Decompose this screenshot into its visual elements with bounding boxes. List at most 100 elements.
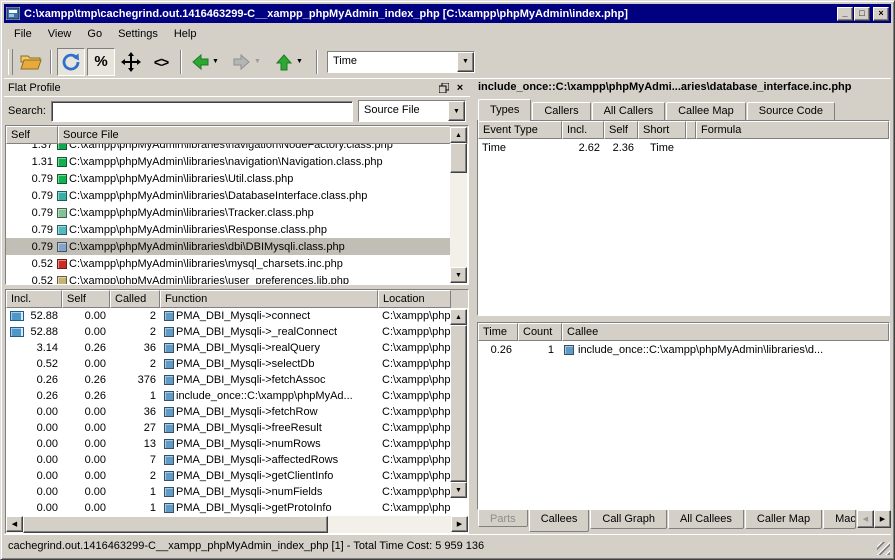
column-header-self[interactable]: Self [604, 121, 638, 139]
tab-types[interactable]: Types [478, 99, 531, 121]
tab-scroll-right-icon[interactable]: ▶ [874, 510, 891, 528]
function-row[interactable]: 0.26 0.26 1 include_once::C:\xampp\phpMy… [6, 388, 451, 404]
file-path: C:\xampp\phpMyAdmin\libraries\Util.class… [69, 173, 293, 185]
menu-view[interactable]: View [40, 25, 80, 43]
title-bar[interactable]: C:\xampp\tmp\cachegrind.out.1416463299-C… [4, 4, 891, 23]
scroll-down-icon[interactable]: ▼ [450, 482, 467, 498]
function-icon [164, 391, 174, 401]
tab-call-graph[interactable]: Call Graph [590, 510, 667, 529]
column-header-short[interactable]: Short [638, 121, 686, 139]
tab-source-code[interactable]: Source Code [747, 102, 835, 120]
self-cost: 0.00 [62, 326, 110, 338]
column-header-function[interactable]: Function [160, 290, 378, 308]
scroll-up-icon[interactable]: ▲ [450, 309, 467, 325]
maximize-button[interactable]: □ [854, 7, 870, 21]
scroll-right-icon[interactable]: ▶ [451, 516, 468, 532]
scrollbar-thumb[interactable] [23, 516, 328, 533]
source-file-row[interactable]: 0.79 C:\xampp\phpMyAdmin\libraries\Track… [6, 204, 451, 221]
scroll-up-icon[interactable]: ▲ [450, 127, 467, 143]
open-file-button[interactable] [17, 48, 45, 76]
dock-title-bar[interactable]: Flat Profile × [4, 79, 470, 97]
menu-file[interactable]: File [6, 25, 40, 43]
relative-cost-button[interactable]: % [87, 48, 115, 76]
tab-callers[interactable]: Callers [532, 102, 590, 120]
source-file-row[interactable]: 0.52 C:\xampp\phpMyAdmin\libraries\user_… [6, 272, 451, 284]
scrollbar-thumb[interactable] [450, 325, 467, 482]
up-button[interactable]: ▼ [271, 48, 311, 76]
column-header-count[interactable]: Count [518, 323, 562, 341]
column-header-source-file[interactable]: Source File [58, 126, 451, 144]
scrollbar-track[interactable] [328, 516, 451, 533]
column-header-incl[interactable]: Incl. [6, 290, 62, 308]
move-button[interactable] [117, 48, 145, 76]
function-row[interactable]: 0.00 0.00 2 PMA_DBI_Mysqli->getClientInf… [6, 468, 451, 484]
up-dropdown-icon[interactable]: ▼ [296, 58, 303, 65]
function-row[interactable]: 0.00 0.00 36 PMA_DBI_Mysqli->fetchRow C:… [6, 404, 451, 420]
column-header-location[interactable]: Location [378, 290, 451, 308]
event-type-combobox[interactable]: Time ▼ [327, 51, 475, 73]
function-row[interactable]: 0.26 0.26 376 PMA_DBI_Mysqli->fetchAssoc… [6, 372, 451, 388]
close-dock-icon[interactable]: × [452, 81, 468, 95]
move-cross-icon [121, 52, 141, 72]
chevron-down-icon[interactable]: ▼ [457, 52, 474, 72]
function-row[interactable]: 3.14 0.26 36 PMA_DBI_Mysqli->realQuery C… [6, 340, 451, 356]
column-header-incl[interactable]: Incl. [562, 121, 604, 139]
vertical-scrollbar[interactable]: ▲ ▼ [450, 127, 467, 283]
self-cost: 0.00 [62, 406, 110, 418]
tab-callee-map[interactable]: Callee Map [666, 102, 746, 120]
column-header-callee[interactable]: Callee [562, 323, 889, 341]
close-button[interactable]: × [873, 7, 889, 21]
flat-profile-dock: Flat Profile × Search: Source File ▼ [4, 79, 470, 534]
toolbar-handle[interactable] [8, 49, 13, 75]
source-file-row[interactable]: 0.79 C:\xampp\phpMyAdmin\libraries\Respo… [6, 221, 451, 238]
tab-callees[interactable]: Callees [529, 510, 590, 532]
cycle-detection-button[interactable] [57, 48, 85, 76]
function-row[interactable]: 0.00 0.00 7 PMA_DBI_Mysqli->affectedRows… [6, 452, 451, 468]
menu-help[interactable]: Help [166, 25, 205, 43]
back-dropdown-icon[interactable]: ▼ [212, 58, 219, 65]
source-file-row[interactable]: 0.79 C:\xampp\phpMyAdmin\libraries\Datab… [6, 187, 451, 204]
column-header-self[interactable]: Self [6, 126, 58, 144]
minimize-button[interactable]: _ [837, 7, 853, 21]
scrollbar-track[interactable] [450, 173, 467, 267]
vertical-scrollbar[interactable]: ▲ ▼ [450, 309, 467, 498]
event-type-row[interactable]: Time 2.62 2.36 Time [478, 139, 889, 156]
tab-caller-map[interactable]: Caller Map [745, 510, 822, 529]
function-row[interactable]: 52.88 0.00 2 PMA_DBI_Mysqli->connect C:\… [6, 308, 451, 324]
forward-button[interactable]: ▼ [229, 48, 269, 76]
source-file-row[interactable]: 1.31 C:\xampp\phpMyAdmin\libraries\navig… [6, 153, 451, 170]
tab-all-callees[interactable]: All Callees [668, 510, 744, 529]
resize-grip[interactable] [877, 542, 890, 555]
function-row[interactable]: 0.52 0.00 2 PMA_DBI_Mysqli->selectDb C:\… [6, 356, 451, 372]
function-row[interactable]: 0.00 0.00 1 PMA_DBI_Mysqli->numFields C:… [6, 484, 451, 500]
function-row[interactable]: 52.88 0.00 2 PMA_DBI_Mysqli->_realConnec… [6, 324, 451, 340]
column-header-self[interactable]: Self [62, 290, 110, 308]
column-header-called[interactable]: Called [110, 290, 160, 308]
search-input[interactable] [51, 101, 353, 122]
source-file-row[interactable]: 1.37 C:\xampp\phpMyAdmin\libraries\navig… [6, 144, 451, 153]
function-row[interactable]: 0.00 0.00 1 PMA_DBI_Mysqli->getProtoInfo… [6, 500, 451, 516]
shorten-templates-button[interactable]: <> [147, 48, 175, 76]
group-by-combobox[interactable]: Source File ▼ [358, 100, 466, 122]
call-count: 2 [110, 358, 160, 370]
menu-settings[interactable]: Settings [110, 25, 166, 43]
column-header-event-type[interactable]: Event Type [478, 121, 562, 139]
source-file-row-selected[interactable]: 0.79 C:\xampp\phpMyAdmin\libraries\dbi\D… [6, 238, 451, 255]
source-file-row[interactable]: 0.52 C:\xampp\phpMyAdmin\libraries\mysql… [6, 255, 451, 272]
horizontal-scrollbar[interactable]: ◀ ▶ [6, 516, 468, 533]
back-button[interactable]: ▼ [187, 48, 227, 76]
source-file-row[interactable]: 0.79 C:\xampp\phpMyAdmin\libraries\Util.… [6, 170, 451, 187]
column-header-time[interactable]: Time [478, 323, 518, 341]
tab-all-callers[interactable]: All Callers [592, 102, 666, 120]
tab-machine-code[interactable]: Machine [823, 510, 856, 529]
float-dock-icon[interactable] [436, 81, 452, 95]
function-row[interactable]: 0.00 0.00 13 PMA_DBI_Mysqli->numRows C:\… [6, 436, 451, 452]
scroll-left-icon[interactable]: ◀ [6, 516, 23, 532]
column-header-formula[interactable]: Formula [696, 121, 889, 139]
scrollbar-thumb[interactable] [450, 143, 467, 173]
menu-go[interactable]: Go [79, 25, 110, 43]
callee-row[interactable]: 0.26 1 include_once::C:\xampp\phpMyAdmin… [478, 341, 889, 358]
chevron-down-icon[interactable]: ▼ [448, 101, 465, 121]
scroll-down-icon[interactable]: ▼ [450, 267, 467, 283]
function-row[interactable]: 0.00 0.00 27 PMA_DBI_Mysqli->freeResult … [6, 420, 451, 436]
